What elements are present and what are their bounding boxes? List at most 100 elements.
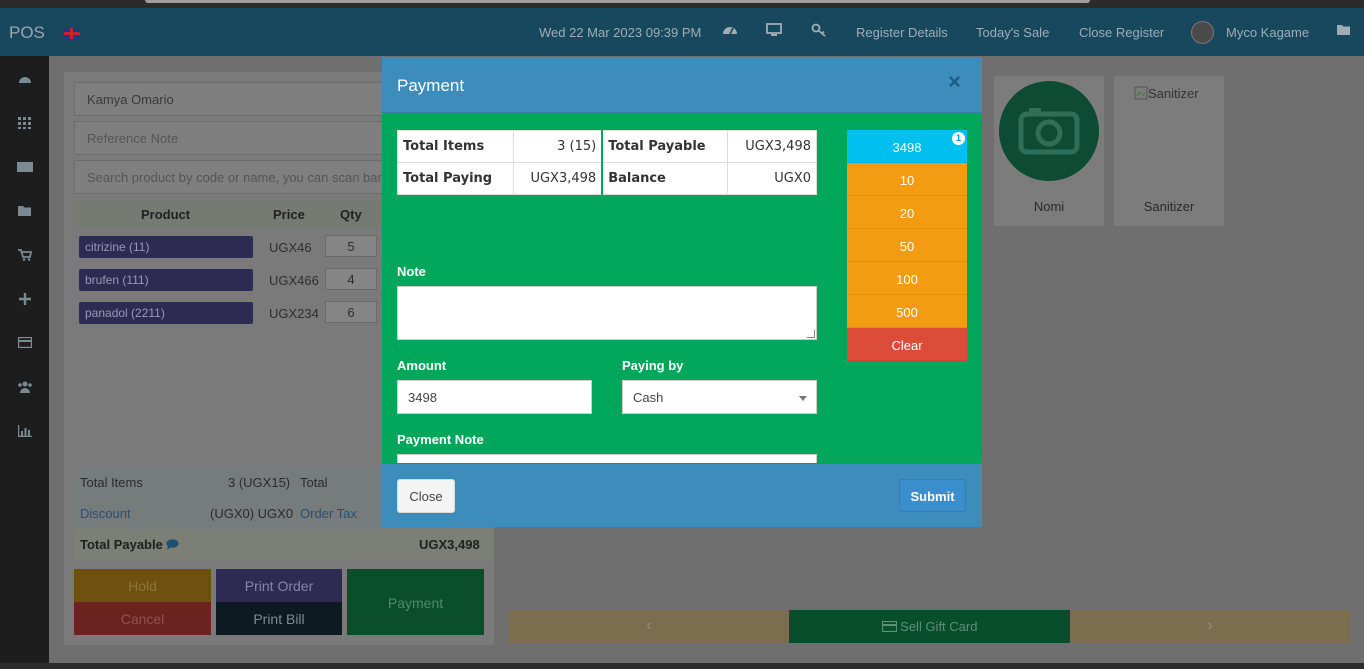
brand-logo[interactable]: POS (9, 23, 45, 43)
todays-sale-link[interactable]: Today's Sale (976, 25, 1049, 40)
key-icon[interactable] (811, 23, 827, 40)
cart-qty-input[interactable]: 4 (325, 268, 377, 290)
total-items-label: Total Items (80, 475, 143, 490)
amount-input[interactable]: 3498 (397, 380, 592, 414)
image-alt-text: Sanitizer (1148, 86, 1199, 101)
submit-button[interactable]: Submit (899, 479, 966, 512)
discount-link[interactable]: Discount (80, 506, 131, 521)
dashboard-icon[interactable] (16, 73, 34, 87)
taskbar-strip (0, 663, 1364, 669)
quick-cash-500-button[interactable]: 500 (847, 295, 967, 328)
chevron-down-icon (799, 396, 807, 401)
payment-summary-table: Total Items 3 (15) Total Payable UGX3,49… (397, 130, 817, 195)
folder-icon[interactable] (1336, 23, 1351, 39)
browser-scrollbar (145, 0, 1090, 3)
paying-by-value: Cash (633, 390, 664, 405)
note-textarea[interactable] (397, 286, 817, 340)
total-items-value: 3 (UGX15) (228, 475, 291, 490)
paying-by-label: Paying by (622, 358, 684, 373)
product-tile[interactable]: Nomi (994, 76, 1104, 226)
user-avatar[interactable] (1191, 21, 1214, 44)
next-page-button[interactable]: › (1070, 610, 1350, 643)
cart-qty-input[interactable]: 5 (325, 235, 377, 257)
top-navbar: POS Wed 22 Mar 2023 09:39 PM Register De… (0, 8, 1364, 56)
close-button[interactable]: Close (397, 479, 455, 513)
total-label: Total (300, 475, 328, 490)
close-icon[interactable]: × (948, 69, 961, 95)
grid-icon[interactable] (16, 117, 34, 131)
payment-button[interactable]: Payment (347, 569, 484, 635)
cart-product[interactable]: panadol (2211) (79, 302, 253, 324)
quick-cash-50-button[interactable]: 50 (847, 229, 967, 262)
total-payable-row: Total Payable UGX3,498 (74, 529, 494, 560)
sell-gift-card-label: Sell Gift Card (900, 619, 978, 634)
print-bill-button[interactable]: Print Bill (216, 602, 342, 635)
qty-column-header: Qty (340, 207, 362, 222)
quick-cash-total-label: 3498 (892, 140, 922, 155)
total-payable-value: UGX3,498 (419, 537, 480, 552)
users-icon[interactable] (16, 381, 34, 395)
bar-chart-icon[interactable] (16, 425, 34, 439)
total-payable-label: Total Payable (601, 130, 729, 163)
product-name: Sanitizer (1143, 199, 1195, 214)
total-items-value: 3 (15) (512, 130, 603, 163)
balance-label: Balance (601, 162, 729, 195)
folder-icon[interactable] (16, 205, 34, 219)
cart-price: UGX234 (269, 306, 319, 321)
price-column-header: Price (273, 207, 305, 222)
camera-icon (999, 81, 1099, 181)
total-items-label: Total Items (397, 130, 514, 163)
modal-body: Total Items 3 (15) Total Payable UGX3,49… (382, 113, 982, 488)
cancel-button[interactable]: Cancel (74, 602, 211, 635)
credit-card-icon (881, 620, 897, 633)
modal-title: Payment (397, 76, 465, 95)
total-paying-value: UGX3,498 (512, 162, 603, 195)
product-tile[interactable]: Sanitizer Sanitizer (1114, 76, 1224, 226)
print-order-button[interactable]: Print Order (216, 569, 342, 602)
balance-value: UGX0 (727, 162, 817, 195)
cart-icon[interactable] (16, 249, 34, 263)
total-paying-label: Total Paying (397, 162, 514, 195)
dashboard-icon[interactable] (722, 23, 738, 40)
plus-icon[interactable] (16, 293, 34, 307)
total-payable-label: Total Payable (80, 537, 163, 552)
monitor-icon[interactable] (766, 23, 782, 40)
comment-icon[interactable] (166, 538, 179, 553)
payment-note-label: Payment Note (397, 432, 484, 447)
hold-button[interactable]: Hold (74, 569, 211, 602)
close-register-link[interactable]: Close Register (1079, 25, 1164, 40)
product-pager: ‹ Sell Gift Card › (509, 610, 1350, 643)
sidebar (0, 56, 49, 669)
resize-handle[interactable] (807, 330, 815, 338)
quick-cash-20-button[interactable]: 20 (847, 196, 967, 229)
modal-header: Payment × (382, 57, 982, 113)
datetime: Wed 22 Mar 2023 09:39 PM (539, 25, 702, 40)
note-label: Note (397, 264, 426, 279)
modal-footer: Close Submit (382, 463, 982, 527)
quick-cash-badge: 1 (952, 132, 965, 145)
quick-cash-10-button[interactable]: 10 (847, 163, 967, 196)
broken-image-icon: Sanitizer (1134, 86, 1199, 101)
quick-cash-total-button[interactable]: 3498 1 (847, 130, 967, 163)
credit-card-icon[interactable] (16, 336, 34, 351)
cart-price: UGX466 (269, 273, 319, 288)
order-tax-link[interactable]: Order Tax (300, 506, 357, 521)
quick-cash-100-button[interactable]: 100 (847, 262, 967, 295)
browser-strip (0, 0, 1364, 8)
paying-by-select[interactable]: Cash (622, 380, 817, 414)
barcode-icon[interactable] (16, 161, 34, 175)
product-name: Nomi (1033, 199, 1065, 214)
cart-price: UGX46 (269, 240, 312, 255)
cart-product[interactable]: brufen (111) (79, 269, 253, 291)
language-flag-icon[interactable] (64, 28, 80, 39)
product-column-header: Product (141, 207, 191, 222)
cart-product[interactable]: citrizine (11) (79, 236, 253, 258)
amount-label: Amount (397, 358, 447, 373)
user-name[interactable]: Myco Kagame (1226, 25, 1309, 40)
sell-gift-card-button[interactable]: Sell Gift Card (789, 610, 1070, 643)
discount-value: (UGX0) UGX0 (210, 506, 294, 521)
clear-button[interactable]: Clear (847, 328, 967, 361)
previous-page-button[interactable]: ‹ (509, 610, 789, 643)
register-details-link[interactable]: Register Details (856, 25, 948, 40)
cart-qty-input[interactable]: 6 (325, 301, 377, 323)
